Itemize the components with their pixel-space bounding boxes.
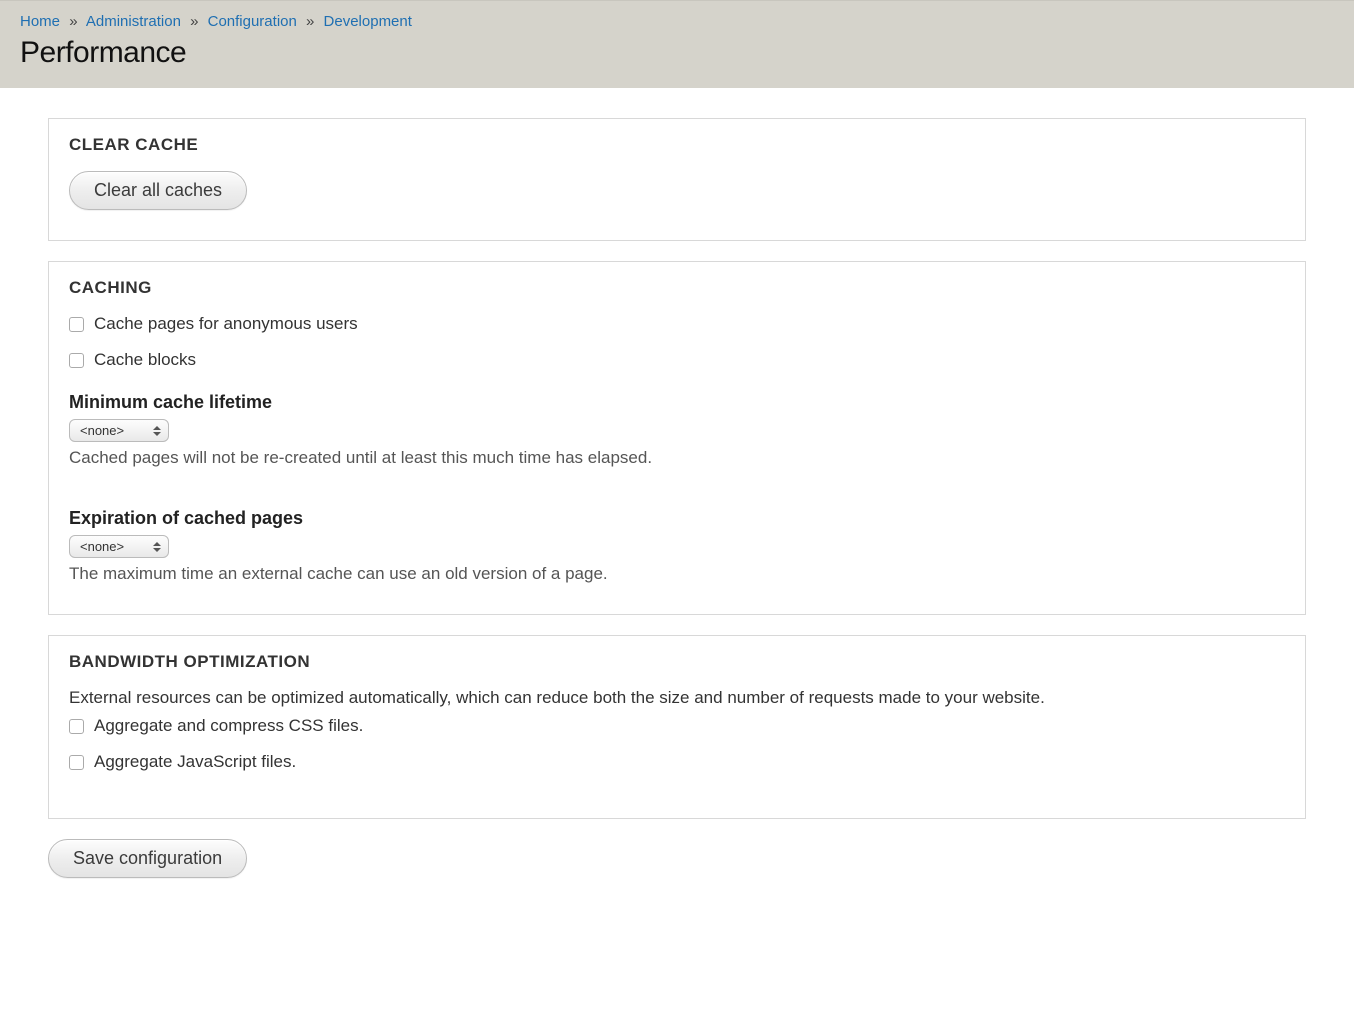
- cache-pages-label[interactable]: Cache pages for anonymous users: [94, 314, 358, 334]
- bandwidth-heading: BANDWIDTH OPTIMIZATION: [69, 652, 1285, 672]
- clear-all-caches-button[interactable]: Clear all caches: [69, 171, 247, 210]
- breadcrumb-link-configuration[interactable]: Configuration: [208, 13, 297, 30]
- page-title: Performance: [20, 36, 1334, 70]
- cache-blocks-label[interactable]: Cache blocks: [94, 350, 196, 370]
- caching-panel: CACHING Cache pages for anonymous users …: [48, 261, 1306, 615]
- min-lifetime-description: Cached pages will not be re-created unti…: [69, 448, 1285, 468]
- expiration-label: Expiration of cached pages: [69, 508, 1285, 529]
- cache-pages-checkbox[interactable]: [69, 317, 84, 332]
- main-content: CLEAR CACHE Clear all caches CACHING Cac…: [0, 88, 1354, 898]
- clear-cache-heading: CLEAR CACHE: [69, 135, 1285, 155]
- breadcrumb-separator: »: [190, 13, 198, 30]
- bandwidth-panel: BANDWIDTH OPTIMIZATION External resource…: [48, 635, 1306, 819]
- clear-cache-panel: CLEAR CACHE Clear all caches: [48, 118, 1306, 241]
- aggregate-js-label[interactable]: Aggregate JavaScript files.: [94, 752, 296, 772]
- breadcrumb-separator: »: [306, 13, 314, 30]
- aggregate-css-checkbox[interactable]: [69, 719, 84, 734]
- caching-heading: CACHING: [69, 278, 1285, 298]
- min-lifetime-label: Minimum cache lifetime: [69, 392, 1285, 413]
- breadcrumb-link-home[interactable]: Home: [20, 13, 60, 30]
- aggregate-js-checkbox[interactable]: [69, 755, 84, 770]
- aggregate-css-label[interactable]: Aggregate and compress CSS files.: [94, 716, 363, 736]
- page-header: Home » Administration » Configuration » …: [0, 0, 1354, 88]
- breadcrumb-separator: »: [69, 13, 77, 30]
- breadcrumb-link-administration[interactable]: Administration: [86, 13, 181, 30]
- save-configuration-button[interactable]: Save configuration: [48, 839, 247, 878]
- breadcrumb-link-development[interactable]: Development: [324, 13, 412, 30]
- breadcrumb: Home » Administration » Configuration » …: [20, 13, 1334, 30]
- min-lifetime-select[interactable]: <none>: [69, 419, 169, 442]
- bandwidth-intro: External resources can be optimized auto…: [69, 688, 1285, 708]
- expiration-description: The maximum time an external cache can u…: [69, 564, 1285, 584]
- expiration-select[interactable]: <none>: [69, 535, 169, 558]
- cache-blocks-checkbox[interactable]: [69, 353, 84, 368]
